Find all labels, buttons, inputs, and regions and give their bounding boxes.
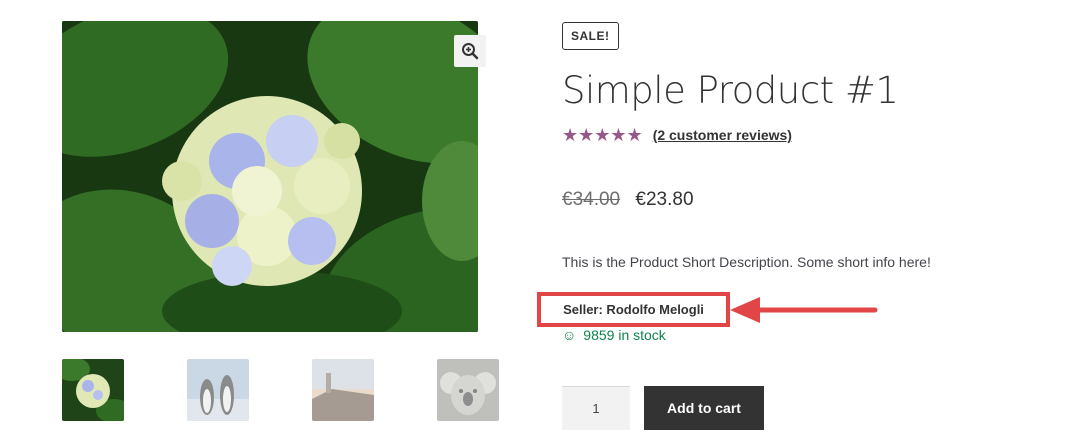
penguins-thumbnail[interactable] [187, 359, 249, 421]
sale-badge: SALE! [562, 22, 619, 50]
zoom-in-icon [462, 43, 479, 60]
regular-price: €34.00 [562, 189, 621, 210]
seller-name: Seller: Rodolfo Melogli [563, 302, 704, 317]
hydrangea-thumbnail[interactable] [62, 359, 124, 421]
thumbnail-strip [62, 359, 502, 421]
short-description: This is the Product Short Description. S… [562, 254, 931, 270]
product-main-image[interactable] [62, 21, 478, 332]
quantity-input[interactable] [562, 386, 630, 430]
stock-status: ☺ 9859 in stock [562, 325, 666, 345]
seller-highlight-box: Seller: Rodolfo Melogli [537, 292, 730, 327]
reviews-link[interactable]: (2 customer reviews) [653, 127, 792, 143]
koala-thumbnail[interactable] [437, 359, 499, 421]
product-title: Simple Product #1 [562, 69, 899, 112]
smiley-icon: ☺ [562, 327, 577, 343]
lighthouse-thumbnail[interactable] [312, 359, 374, 421]
stock-text: 9859 in stock [583, 327, 666, 343]
sale-price: €23.80 [635, 189, 694, 210]
product-price: €34.00 €23.80 [562, 186, 694, 214]
red-arrow-annotation [730, 297, 878, 323]
star-rating-icon: ★★★★★ [562, 125, 643, 145]
zoom-button[interactable] [454, 35, 486, 67]
hydrangea-flower-image [62, 21, 478, 332]
product-rating: ★★★★★ (2 customer reviews) [562, 124, 792, 146]
add-to-cart-button[interactable]: Add to cart [644, 386, 764, 430]
